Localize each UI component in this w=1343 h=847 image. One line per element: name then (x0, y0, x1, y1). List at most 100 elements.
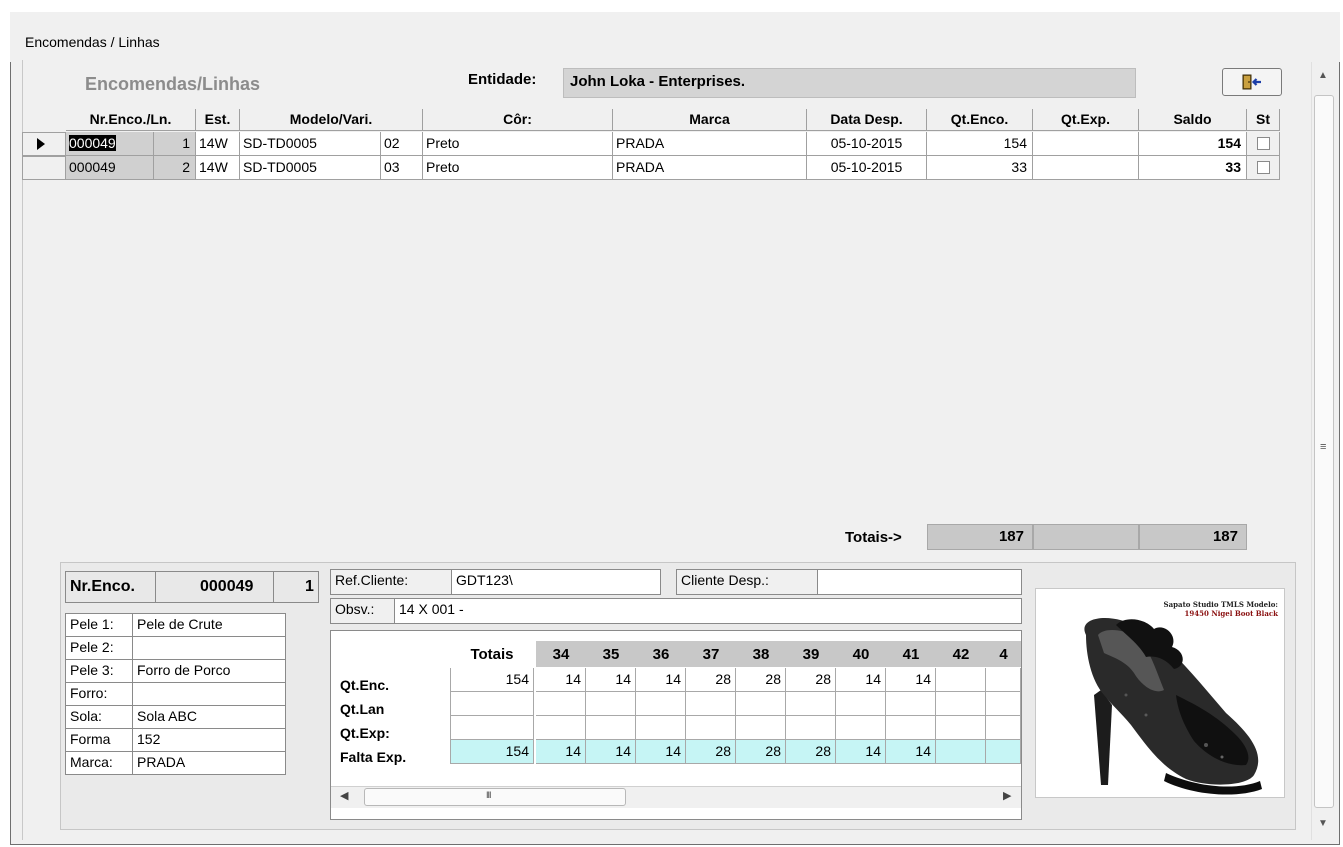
sizes-qty-cell[interactable]: 14 (586, 668, 636, 692)
sizes-qty-cell[interactable] (986, 692, 1021, 716)
sizes-qty-cell[interactable] (636, 692, 686, 716)
table-cell-qtenco[interactable]: 154 (927, 132, 1033, 156)
material-value[interactable] (132, 682, 286, 706)
sizes-qty-cell[interactable] (886, 692, 936, 716)
material-value[interactable]: 152 (132, 728, 286, 752)
col-header-saldo[interactable]: Saldo (1139, 109, 1247, 131)
material-value[interactable]: PRADA (132, 751, 286, 775)
table-cell-data[interactable]: 05-10-2015 (807, 156, 927, 180)
sizes-qty-cell[interactable] (986, 740, 1021, 764)
sizes-qty-cell[interactable] (636, 716, 686, 740)
sizes-total-cell[interactable] (450, 716, 534, 740)
scroll-down-icon[interactable]: ▼ (1318, 818, 1328, 829)
status-checkbox[interactable] (1257, 161, 1270, 174)
horizontal-scroll-thumb[interactable] (364, 788, 626, 806)
sizes-qty-cell[interactable] (686, 716, 736, 740)
sizes-qty-cell[interactable] (936, 668, 986, 692)
sizes-qty-cell[interactable] (936, 692, 986, 716)
size-header: 35 (602, 646, 620, 663)
table-cell-cor[interactable]: Preto (423, 156, 613, 180)
sizes-qty-cell[interactable]: 14 (536, 740, 586, 764)
sizes-qty-cell[interactable]: 14 (836, 668, 886, 692)
sizes-qty-cell[interactable] (986, 716, 1021, 740)
col-header-st[interactable]: St (1247, 109, 1280, 131)
entity-label: Entidade: (468, 71, 537, 88)
table-cell-ln[interactable]: 2 (154, 156, 196, 180)
window-title: Encomendas / Linhas (25, 34, 160, 50)
sizes-qty-cell[interactable] (836, 716, 886, 740)
sizes-qty-cell[interactable] (886, 716, 936, 740)
sizes-total-cell[interactable] (450, 692, 534, 716)
scroll-up-icon[interactable]: ▲ (1318, 70, 1328, 81)
ref-cliente-field[interactable]: GDT123\ (451, 569, 661, 595)
table-cell-est[interactable]: 14W (196, 132, 240, 156)
sizes-qty-cell[interactable] (986, 668, 1021, 692)
table-cell-marca[interactable]: PRADA (613, 156, 807, 180)
table-cell-ln[interactable]: 1 (154, 132, 196, 156)
material-value[interactable]: Forro de Porco (132, 659, 286, 683)
cliente-desp-field[interactable] (817, 569, 1022, 595)
sizes-qty-cell[interactable]: 28 (786, 668, 836, 692)
table-cell-qtexp[interactable] (1033, 132, 1139, 156)
sizes-qty-cell[interactable] (936, 740, 986, 764)
table-cell-saldo[interactable]: 33 (1139, 156, 1247, 180)
sizes-qty-cell[interactable]: 28 (736, 740, 786, 764)
sizes-qty-cell[interactable]: 14 (536, 668, 586, 692)
sizes-qty-cell[interactable]: 14 (636, 668, 686, 692)
scroll-left-icon[interactable]: ◀ (340, 789, 348, 802)
sizes-qty-cell[interactable]: 14 (836, 740, 886, 764)
table-cell-nr[interactable]: 000049 (66, 156, 154, 180)
table-cell-cor[interactable]: Preto (423, 132, 613, 156)
sizes-qty-cell[interactable]: 14 (886, 740, 936, 764)
sizes-qty-cell[interactable] (786, 692, 836, 716)
sizes-qty-cell[interactable]: 14 (636, 740, 686, 764)
status-checkbox[interactable] (1257, 137, 1270, 150)
table-cell-qtexp[interactable] (1033, 156, 1139, 180)
sizes-qty-cell[interactable]: 28 (686, 740, 736, 764)
sizes-qty-cell[interactable]: 14 (886, 668, 936, 692)
row-selector[interactable] (22, 132, 66, 156)
col-header-data[interactable]: Data Desp. (807, 109, 927, 131)
material-value[interactable]: Sola ABC (132, 705, 286, 729)
table-cell-data[interactable]: 05-10-2015 (807, 132, 927, 156)
col-header-est[interactable]: Est. (196, 109, 240, 131)
material-value[interactable]: Pele de Crute (132, 613, 286, 637)
table-cell-vari[interactable]: 02 (381, 132, 423, 156)
table-cell-vari[interactable]: 03 (381, 156, 423, 180)
exit-button[interactable] (1222, 68, 1282, 96)
table-cell-modelo[interactable]: SD-TD0005 (240, 156, 381, 180)
material-value[interactable] (132, 636, 286, 660)
sizes-qty-cell[interactable] (786, 716, 836, 740)
sizes-qty-cell[interactable] (586, 716, 636, 740)
col-header-qtenco[interactable]: Qt.Enco. (927, 109, 1033, 131)
sizes-qty-cell[interactable] (686, 692, 736, 716)
row-selector[interactable] (22, 156, 66, 180)
sizes-qty-cell[interactable] (736, 716, 786, 740)
scroll-right-icon[interactable]: ▶ (1003, 789, 1011, 802)
sizes-qty-cell[interactable] (836, 692, 886, 716)
sizes-qty-cell[interactable] (936, 716, 986, 740)
col-header-cor[interactable]: Côr: (423, 109, 613, 131)
col-header-marca[interactable]: Marca (613, 109, 807, 131)
table-cell-nr[interactable]: 000049 (66, 132, 154, 156)
sizes-total-cell[interactable]: 154 (450, 668, 534, 692)
table-cell-qtenco[interactable]: 33 (927, 156, 1033, 180)
col-header-modelo[interactable]: Modelo/Vari. (240, 109, 423, 131)
sizes-qty-cell[interactable]: 28 (786, 740, 836, 764)
sizes-qty-cell[interactable]: 14 (586, 740, 636, 764)
sizes-qty-cell[interactable] (536, 716, 586, 740)
sizes-qty-cell[interactable] (586, 692, 636, 716)
sizes-qty-cell[interactable] (736, 692, 786, 716)
table-cell-saldo[interactable]: 154 (1139, 132, 1247, 156)
sizes-qty-cell[interactable]: 28 (736, 668, 786, 692)
sizes-total-cell[interactable]: 154 (450, 740, 534, 764)
col-header-qtexp[interactable]: Qt.Exp. (1033, 109, 1139, 131)
table-cell-modelo[interactable]: SD-TD0005 (240, 132, 381, 156)
table-cell-marca[interactable]: PRADA (613, 132, 807, 156)
divider (155, 571, 156, 603)
sizes-qty-cell[interactable] (536, 692, 586, 716)
table-cell-est[interactable]: 14W (196, 156, 240, 180)
sizes-qty-cell[interactable]: 28 (686, 668, 736, 692)
obsv-field[interactable]: 14 X 001 - (394, 598, 1022, 624)
col-header-nr[interactable]: Nr.Enco./Ln. (66, 109, 196, 131)
